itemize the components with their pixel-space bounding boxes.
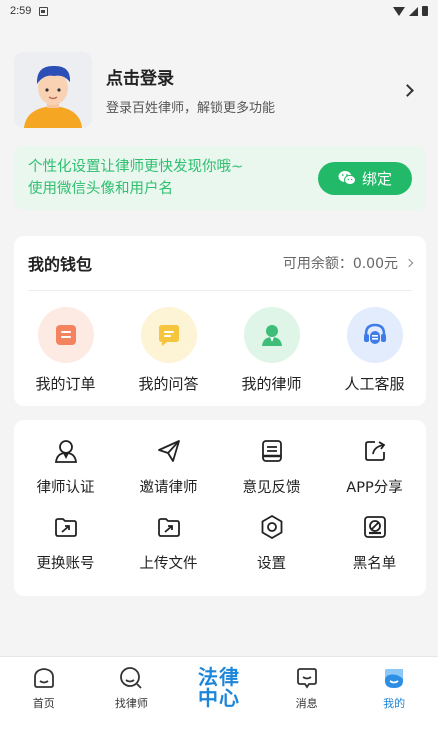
share-icon — [360, 436, 390, 466]
order-icon — [55, 325, 76, 345]
settings-icon — [257, 512, 287, 542]
upload-icon — [154, 512, 184, 542]
invite-icon — [154, 436, 184, 466]
wechat-bind-banner: 个性化设置让律师更快发现你哦~ 使用微信头像和用户名 绑定 — [14, 146, 426, 210]
nav-legal-center[interactable]: 法律 中心 — [175, 657, 263, 740]
wallet-item-orders[interactable]: 我的订单 — [14, 307, 117, 394]
nav-home[interactable]: 首页 — [0, 657, 88, 740]
tools-card: 律师认证 邀请律师 意见反馈 APP分享 更换账号 上传文件 设置 黑名单 — [14, 420, 426, 596]
legal-center-line1: 法律 — [197, 665, 240, 689]
wallet-item-label: 我的问答 — [138, 375, 199, 393]
notification-icon — [39, 6, 49, 16]
wallet-title: 我的钱包 — [28, 255, 93, 274]
home-icon — [33, 668, 54, 688]
legal-center-line2: 中心 — [197, 686, 240, 710]
wallet-item-label: 人工客服 — [344, 375, 405, 393]
tool-invite-lawyer[interactable]: 邀请律师 — [117, 436, 220, 512]
wallet-item-support[interactable]: 人工客服 — [323, 307, 426, 394]
tool-label: APP分享 — [346, 480, 403, 496]
nav-messages[interactable]: 消息 — [263, 657, 351, 740]
message-icon — [296, 668, 317, 689]
tool-label: 设置 — [257, 556, 286, 572]
blacklist-icon — [360, 512, 390, 542]
tool-feedback[interactable]: 意见反馈 — [220, 436, 323, 512]
wallet-item-label: 我的律师 — [241, 375, 302, 393]
nav-label: 我的 — [383, 697, 406, 710]
login-subtitle: 登录百姓律师，解锁更多功能 — [106, 101, 276, 116]
wifi-icon — [393, 6, 405, 16]
wechat-icon — [338, 171, 356, 186]
nav-label: 首页 — [32, 697, 55, 710]
status-bar: 2:59 — [0, 0, 438, 22]
tool-label: 律师认证 — [36, 480, 95, 496]
balance-text: 可用余额：0.00元 — [282, 256, 398, 272]
nav-label: 消息 — [295, 697, 318, 710]
bind-button-label: 绑定 — [361, 169, 392, 188]
wallet-card: 我的钱包 可用余额：0.00元 我的订单 我的问答 我的律师 人工客服 — [14, 236, 426, 406]
nav-find-lawyer[interactable]: 找律师 — [88, 657, 176, 740]
tool-app-share[interactable]: APP分享 — [323, 436, 426, 512]
balance-link[interactable]: 可用余额：0.00元 — [282, 253, 414, 273]
bind-button[interactable]: 绑定 — [318, 161, 412, 195]
battery-icon — [422, 6, 428, 16]
wallet-item-qa[interactable]: 我的问答 — [117, 307, 220, 394]
tool-upload-file[interactable]: 上传文件 — [117, 512, 220, 588]
tool-label: 上传文件 — [139, 556, 198, 572]
tool-settings[interactable]: 设置 — [220, 512, 323, 588]
feedback-icon — [257, 436, 287, 466]
bind-tip-line1: 个性化设置让律师更快发现你哦~ — [28, 159, 244, 175]
tool-label: 黑名单 — [352, 556, 397, 572]
status-time: 2:59 — [10, 5, 32, 17]
bind-tip-line2: 使用微信头像和用户名 — [28, 181, 173, 197]
chevron-right-icon — [404, 258, 414, 268]
tool-label: 邀请律师 — [139, 480, 198, 496]
nav-label: 找律师 — [114, 697, 148, 710]
tool-switch-account[interactable]: 更换账号 — [14, 512, 117, 588]
lawyer-icon — [261, 325, 282, 346]
tool-lawyer-certification[interactable]: 律师认证 — [14, 436, 117, 512]
search-icon — [120, 667, 143, 689]
wallet-item-lawyers[interactable]: 我的律师 — [220, 307, 323, 394]
tool-label: 更换账号 — [36, 556, 95, 572]
tool-blacklist[interactable]: 黑名单 — [323, 512, 426, 588]
switch-account-icon — [51, 512, 81, 542]
avatar[interactable] — [14, 52, 92, 128]
chevron-right-icon[interactable] — [401, 83, 414, 97]
wallet-item-label: 我的订单 — [35, 375, 96, 393]
headset-icon — [363, 323, 386, 344]
login-header[interactable]: 点击登录 登录百姓律师，解锁更多功能 — [14, 52, 424, 128]
bottom-nav: 首页 找律师 法律 中心 消息 我的 — [0, 656, 438, 740]
login-title[interactable]: 点击登录 — [106, 64, 275, 89]
nav-mine[interactable]: 我的 — [350, 657, 438, 740]
qa-icon — [158, 325, 179, 346]
legal-center-logo: 法律 中心 — [198, 667, 240, 709]
certify-icon — [51, 436, 81, 466]
profile-icon — [385, 669, 404, 688]
signal-icon — [409, 6, 418, 16]
tool-label: 意见反馈 — [242, 480, 301, 496]
